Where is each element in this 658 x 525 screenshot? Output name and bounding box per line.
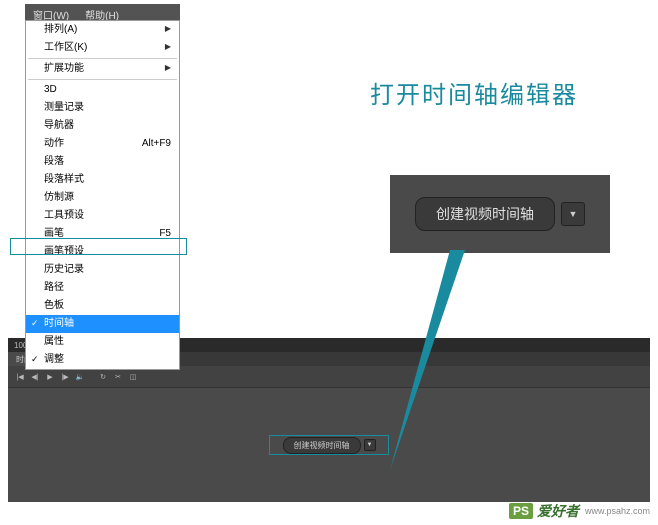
first-frame-icon[interactable]: |◀ bbox=[14, 371, 26, 383]
next-frame-icon[interactable]: |▶ bbox=[59, 371, 71, 383]
highlight-create-button bbox=[269, 435, 389, 455]
menu-adjustments[interactable]: ✓调整 bbox=[26, 351, 179, 369]
menu-history[interactable]: 历史记录 bbox=[26, 261, 179, 279]
menu-separator bbox=[28, 58, 177, 59]
loop-icon[interactable]: ↻ bbox=[97, 371, 109, 383]
menu-clone-source[interactable]: 仿制源 bbox=[26, 189, 179, 207]
menu-separator bbox=[28, 79, 177, 80]
watermark-text: 爱好者 bbox=[537, 501, 579, 521]
check-icon: ✓ bbox=[31, 317, 39, 330]
watermark-logo: PS bbox=[509, 503, 533, 519]
menu-navigator[interactable]: 导航器 bbox=[26, 117, 179, 135]
timeline-body: 创建视频时间轴 ▼ bbox=[8, 388, 650, 502]
annotation-text: 打开时间轴编辑器 bbox=[370, 75, 578, 110]
submenu-arrow-icon: ▶ bbox=[165, 41, 171, 55]
shortcut-label: Alt+F9 bbox=[142, 137, 171, 151]
menu-paragraph[interactable]: 段落 bbox=[26, 153, 179, 171]
zoom-panel: 创建视频时间轴 ▼ bbox=[390, 175, 610, 253]
audio-icon[interactable]: 🔈 bbox=[74, 371, 86, 383]
create-video-timeline-button[interactable]: 创建视频时间轴 bbox=[415, 197, 555, 231]
watermark-url: www.psahz.com bbox=[585, 506, 650, 516]
menu-extensions[interactable]: 扩展功能▶ bbox=[26, 60, 179, 78]
menu-arrange[interactable]: 排列(A)▶ bbox=[26, 21, 179, 39]
window-dropdown: 排列(A)▶ 工作区(K)▶ 扩展功能▶ 3D 测量记录 导航器 动作Alt+F… bbox=[25, 20, 180, 370]
menu-workspace[interactable]: 工作区(K)▶ bbox=[26, 39, 179, 57]
chevron-down-icon: ▼ bbox=[569, 209, 578, 219]
prev-frame-icon[interactable]: ◀| bbox=[29, 371, 41, 383]
check-icon: ✓ bbox=[31, 353, 39, 366]
menu-paths[interactable]: 路径 bbox=[26, 279, 179, 297]
timeline-type-dropdown[interactable]: ▼ bbox=[561, 202, 585, 226]
menu-3d[interactable]: 3D bbox=[26, 81, 179, 99]
transition-icon[interactable]: ◫ bbox=[127, 371, 139, 383]
play-icon[interactable]: ▶ bbox=[44, 371, 56, 383]
menu-timeline[interactable]: ✓时间轴 bbox=[26, 315, 179, 333]
menu-properties[interactable]: 属性 bbox=[26, 333, 179, 351]
submenu-arrow-icon: ▶ bbox=[165, 62, 171, 76]
menu-actions[interactable]: 动作Alt+F9 bbox=[26, 135, 179, 153]
menu-paragraph-styles[interactable]: 段落样式 bbox=[26, 171, 179, 189]
watermark: PS 爱好者 www.psahz.com bbox=[509, 501, 650, 521]
menu-tool-presets[interactable]: 工具预设 bbox=[26, 207, 179, 225]
scissors-icon[interactable]: ✂ bbox=[112, 371, 124, 383]
menu-color[interactable]: 色板 bbox=[26, 297, 179, 315]
submenu-arrow-icon: ▶ bbox=[165, 23, 171, 37]
menu-measurement[interactable]: 测量记录 bbox=[26, 99, 179, 117]
highlight-timeline-menu bbox=[10, 238, 187, 255]
